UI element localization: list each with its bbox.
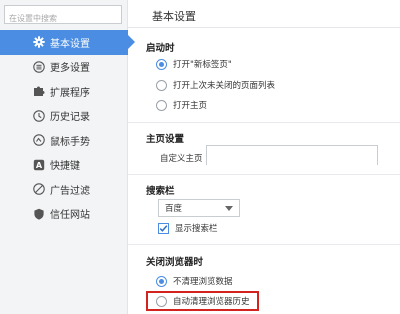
on-close-option-keep-data[interactable]: 不清理浏览数据 bbox=[156, 275, 233, 287]
radio-label: 打开上次未关闭的页面列表 bbox=[173, 81, 276, 91]
search-bar-section-title: 搜索栏 bbox=[146, 186, 175, 197]
checkbox-label: 显示搜索栏 bbox=[175, 224, 218, 234]
shield-icon bbox=[33, 208, 45, 220]
chevron-down-icon bbox=[225, 206, 233, 211]
svg-text:A: A bbox=[36, 161, 43, 170]
sidebar-item-history[interactable]: 历史记录 bbox=[0, 104, 128, 129]
startup-option-restore-pages[interactable]: 打开上次未关闭的页面列表 bbox=[156, 79, 275, 91]
search-engine-value: 百度 bbox=[165, 204, 183, 214]
sidebar: 基本设置 更多设置 扩展程序 历史记录 鼠标手势 bbox=[0, 0, 135, 314]
keyboard-a-icon: A bbox=[33, 159, 45, 171]
settings-search-input[interactable] bbox=[5, 10, 121, 27]
settings-panel: 基本设置 启动时 打开"新标签页" 打开上次未关闭的页面列表 打开主页 主页设置… bbox=[128, 0, 400, 314]
check-icon bbox=[159, 224, 168, 232]
block-icon bbox=[33, 183, 45, 195]
startup-section-title: 启动时 bbox=[146, 43, 175, 54]
divider bbox=[128, 27, 400, 28]
homepage-input-box[interactable] bbox=[206, 145, 378, 168]
checkbox-checked[interactable] bbox=[158, 222, 169, 234]
sidebar-item-ad-filter[interactable]: 广告过滤 bbox=[0, 177, 128, 202]
highlight-annotation-box bbox=[146, 291, 259, 311]
radio-checked[interactable] bbox=[156, 58, 167, 70]
list-icon bbox=[33, 60, 45, 73]
gesture-icon bbox=[33, 134, 45, 146]
radio-label: 打开"新标签页" bbox=[173, 60, 232, 70]
sidebar-item-extensions[interactable]: 扩展程序 bbox=[0, 79, 128, 104]
startup-option-homepage[interactable]: 打开主页 bbox=[156, 99, 207, 111]
show-search-bar-option[interactable]: 显示搜索栏 bbox=[158, 222, 218, 234]
search-engine-select[interactable]: 百度 bbox=[158, 199, 240, 217]
settings-search-box[interactable] bbox=[4, 5, 122, 27]
page-title: 基本设置 bbox=[152, 10, 196, 23]
puzzle-icon bbox=[33, 85, 45, 97]
radio-label: 不清理浏览数据 bbox=[173, 277, 233, 287]
homepage-section-title: 主页设置 bbox=[146, 134, 185, 145]
divider bbox=[128, 122, 400, 123]
sidebar-item-label: 扩展程序 bbox=[50, 87, 90, 99]
sidebar-item-basic-settings[interactable]: 基本设置 bbox=[0, 30, 135, 55]
radio-label: 打开主页 bbox=[173, 101, 208, 111]
homepage-input[interactable] bbox=[207, 150, 377, 168]
radio-checked[interactable] bbox=[156, 275, 167, 287]
sidebar-item-label: 历史记录 bbox=[50, 112, 90, 124]
sidebar-item-label: 信任网站 bbox=[50, 210, 90, 222]
clock-icon bbox=[33, 109, 45, 122]
sidebar-item-label: 更多设置 bbox=[50, 63, 90, 75]
sidebar-item-shortcuts[interactable]: A 快捷键 bbox=[0, 153, 128, 178]
divider bbox=[128, 174, 400, 175]
gear-icon bbox=[33, 36, 45, 48]
sidebar-item-label: 鼠标手势 bbox=[50, 136, 90, 148]
sidebar-item-more-settings[interactable]: 更多设置 bbox=[0, 55, 128, 80]
sidebar-item-label: 基本设置 bbox=[50, 38, 90, 50]
homepage-field-label: 自定义主页 bbox=[160, 154, 203, 164]
sidebar-nav: 基本设置 更多设置 扩展程序 历史记录 鼠标手势 A 快捷键 广告过滤 信任网站 bbox=[0, 30, 135, 227]
on-close-section-title: 关闭浏览器时 bbox=[146, 257, 204, 268]
sidebar-item-label: 广告过滤 bbox=[50, 185, 90, 197]
startup-option-new-tab[interactable]: 打开"新标签页" bbox=[156, 58, 232, 70]
radio-unchecked[interactable] bbox=[156, 99, 167, 111]
sidebar-item-label: 快捷键 bbox=[50, 161, 80, 173]
radio-unchecked[interactable] bbox=[156, 79, 167, 91]
sidebar-item-trusted-sites[interactable]: 信任网站 bbox=[0, 202, 128, 227]
divider bbox=[128, 244, 400, 245]
sidebar-item-mouse-gestures[interactable]: 鼠标手势 bbox=[0, 128, 128, 153]
